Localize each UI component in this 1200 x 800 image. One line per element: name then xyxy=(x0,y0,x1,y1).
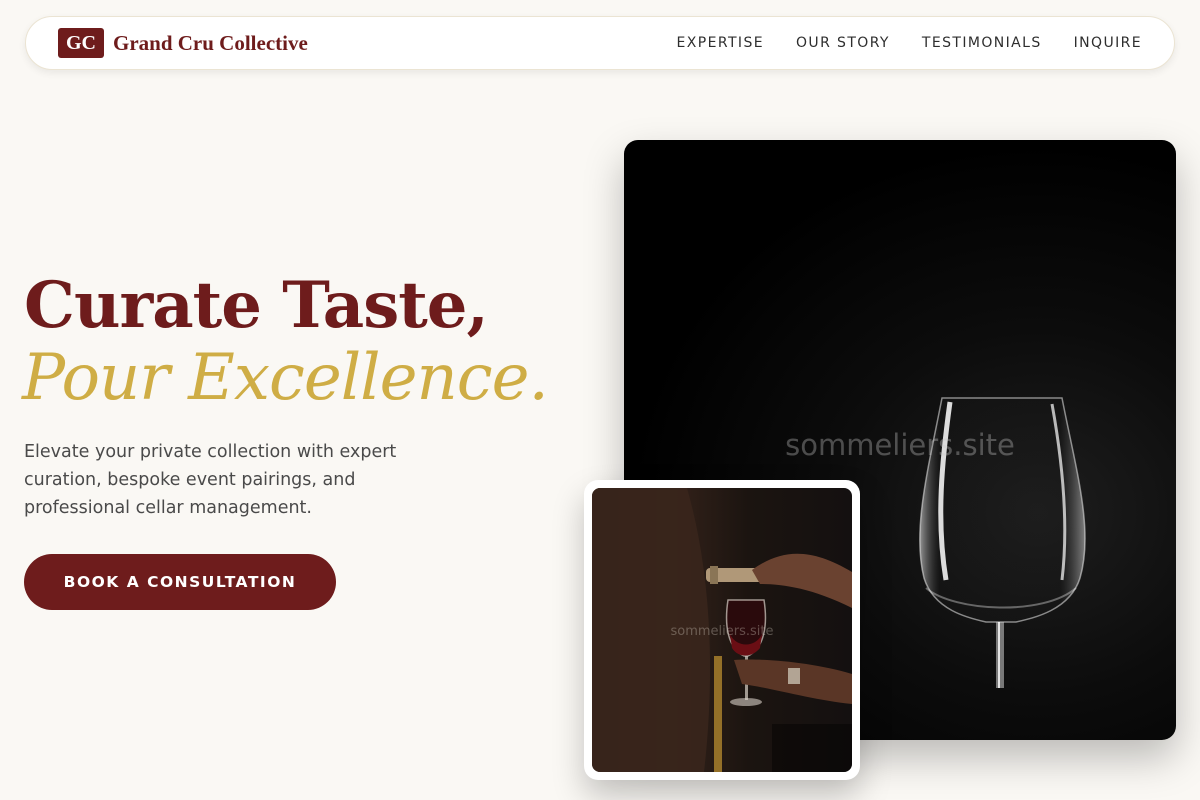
nav-link-testimonials[interactable]: TESTIMONIALS xyxy=(922,35,1042,51)
hero-description: Elevate your private collection with exp… xyxy=(24,442,397,518)
nav-links: EXPERTISE OUR STORY TESTIMONIALS INQUIRE xyxy=(677,35,1142,51)
hero-title-accent: Pour Excellence. xyxy=(22,341,549,415)
brand-name: Grand Cru Collective xyxy=(113,30,308,55)
pouring-wine-image: sommeliers.site xyxy=(592,488,852,772)
logo-badge: GC xyxy=(58,28,104,58)
nav-link-expertise[interactable]: EXPERTISE xyxy=(677,35,764,51)
brand-logo[interactable]: GC Grand Cru Collective xyxy=(58,28,308,58)
main-image-watermark: sommeliers.site xyxy=(785,428,1015,462)
nav-link-inquire[interactable]: INQUIRE xyxy=(1074,35,1142,51)
top-navigation: GC Grand Cru Collective EXPERTISE OUR ST… xyxy=(25,16,1175,70)
inset-image-watermark: sommeliers.site xyxy=(670,624,774,639)
book-consultation-button[interactable]: BOOK A CONSULTATION xyxy=(24,554,336,610)
pouring-wine-card: sommeliers.site xyxy=(584,480,860,780)
hero-title: Curate Taste, xyxy=(24,268,489,343)
nav-link-our-story[interactable]: OUR STORY xyxy=(796,35,890,51)
